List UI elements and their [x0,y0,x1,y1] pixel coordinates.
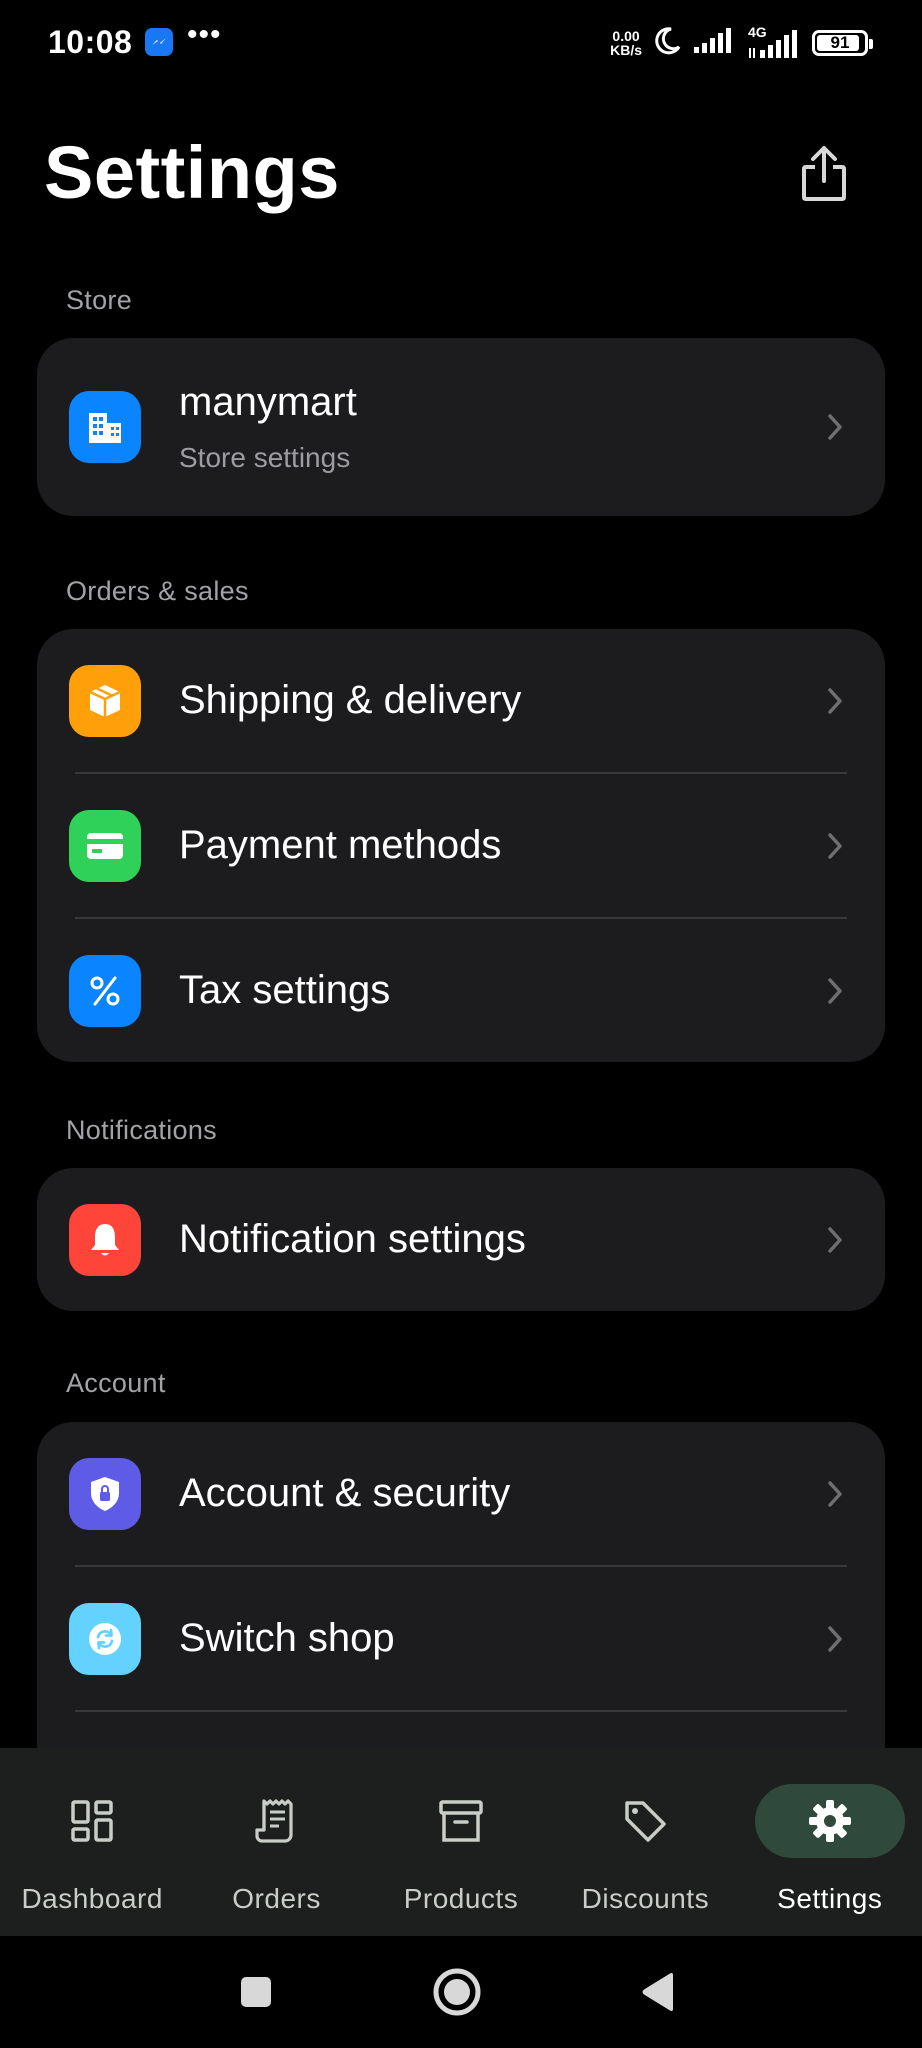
nav-label: Orders [232,1883,321,1914]
store-settings-row[interactable]: manymart Store settings [37,338,885,516]
nav-label: Dashboard [21,1883,163,1914]
tax-settings-label: Tax settings [179,968,391,1012]
home-circle-icon [433,1968,481,2016]
switch-shop-row[interactable]: Switch shop [37,1567,885,1710]
moon-icon [652,26,682,61]
nav-label: Discounts [581,1883,710,1914]
percent-icon [69,954,141,1027]
notification-settings-row[interactable]: Notification settings [37,1168,885,1311]
box-icon [69,664,141,737]
settings-screen: 10:08 ••• 0.00 KB/s 4G 91 Settings Store… [0,0,922,2048]
switch-shop-label: Switch shop [179,1616,395,1660]
tax-settings-row[interactable]: Tax settings [37,919,885,1062]
nav-label: Settings [777,1883,883,1914]
account-security-row[interactable]: Account & security [37,1422,885,1565]
dashboard-icon [71,1800,113,1842]
nav-pill [202,1784,352,1858]
back-button[interactable] [628,1962,688,2022]
net-speed-value: 0.00 [612,28,640,44]
signal-4g-icon: 4G [746,24,802,60]
store-card: manymart Store settings [37,338,885,516]
status-indicators: 0.00 KB/s 4G 91 [610,24,873,62]
shield-icon [69,1457,141,1530]
home-button[interactable] [427,1962,487,2022]
nav-discounts[interactable]: Discounts [553,1748,737,1936]
card-icon [69,809,141,882]
chevron-right-icon [823,977,847,1005]
account-card: Account & security Switch shop [37,1422,885,1762]
section-label-orders-sales: Orders & sales [66,576,249,606]
section-label-notifications: Notifications [66,1115,217,1145]
nav-settings[interactable]: Settings [738,1748,922,1936]
chevron-right-icon [823,1480,847,1508]
battery-level: 91 [830,33,850,52]
signal-icon [692,27,736,60]
messenger-icon [145,28,173,56]
notification-settings-label: Notification settings [179,1217,526,1261]
shipping-delivery-label: Shipping & delivery [179,678,522,722]
bell-icon [69,1203,141,1276]
chevron-right-icon [823,687,847,715]
archive-icon [439,1800,483,1842]
net-speed: 0.00 KB/s [610,29,642,57]
page-title: Settings [44,131,340,214]
nav-dashboard[interactable]: Dashboard [0,1748,184,1936]
refresh-icon [69,1602,141,1675]
gear-icon [808,1800,851,1842]
nav-label: Products [403,1883,519,1914]
payment-methods-label: Payment methods [179,823,502,867]
nav-pill [17,1784,167,1858]
more-notifications-icon: ••• [187,18,222,51]
store-subtitle: Store settings [179,442,351,473]
store-name: manymart [179,380,357,424]
payment-methods-row[interactable]: Payment methods [37,774,885,917]
nav-pill [386,1784,536,1858]
battery-icon: 91 [812,30,873,56]
status-time: 10:08 [48,24,133,60]
back-triangle-icon [642,1973,673,2011]
section-label-account: Account [66,1368,166,1398]
building-icon [69,391,141,463]
square-icon [241,1977,271,2007]
shipping-delivery-row[interactable]: Shipping & delivery [37,629,885,772]
nav-products[interactable]: Products [369,1748,553,1936]
share-icon [802,146,846,201]
nav-pill-active [754,1784,905,1858]
bottom-nav: Dashboard Orders Products Discounts Sett… [0,1748,922,1936]
chevron-right-icon [823,1625,847,1653]
chevron-right-icon [823,1226,847,1254]
notifications-card: Notification settings [37,1168,885,1311]
share-button[interactable] [792,138,856,210]
chevron-right-icon [823,413,847,441]
receipt-icon [254,1799,293,1843]
orders-sales-card: Shipping & delivery Payment methods Tax … [37,629,885,1062]
section-label-store: Store [66,285,133,315]
status-bar: 10:08 ••• 0.00 KB/s 4G 91 [0,0,922,86]
tag-icon [625,1801,667,1842]
system-nav-bar [0,1936,922,2048]
nav-orders[interactable]: Orders [184,1748,368,1936]
account-security-label: Account & security [179,1471,511,1515]
nav-pill [570,1784,720,1858]
recents-button[interactable] [226,1962,286,2022]
net-speed-unit: KB/s [610,42,642,58]
chevron-right-icon [823,832,847,860]
